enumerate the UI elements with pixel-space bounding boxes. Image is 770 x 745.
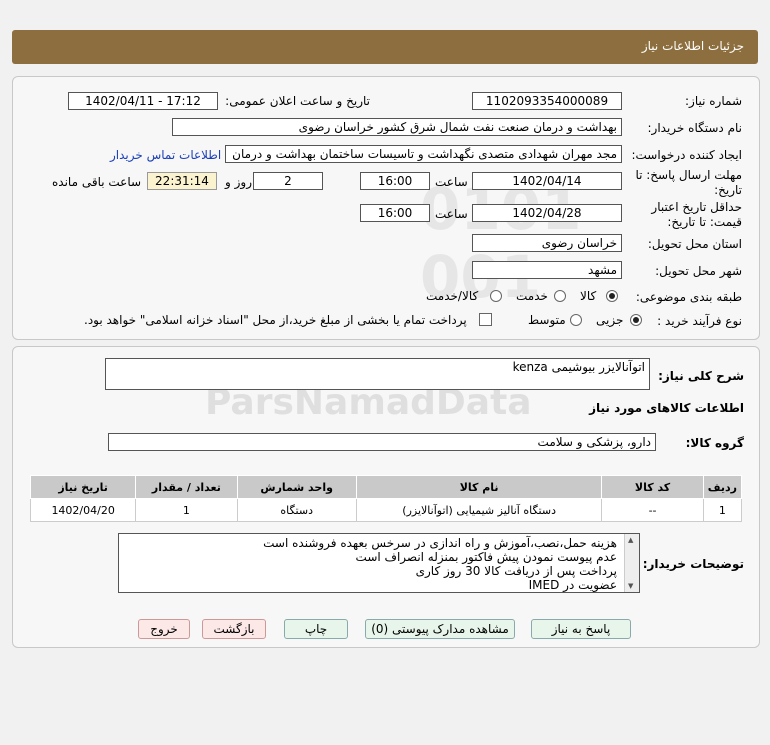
- deadline-time-field: 16:00: [360, 172, 430, 190]
- col-quantity: تعداد / مقدار: [135, 475, 238, 499]
- validity-time-field: 16:00: [360, 204, 430, 222]
- reply-button[interactable]: پاسخ به نیاز: [531, 619, 631, 639]
- view-attachments-button[interactable]: مشاهده مدارک پیوستی (0): [365, 619, 515, 639]
- table-row: 1 -- دستگاه آنالیز شیمیایی (اتوآنالایزر)…: [29, 498, 743, 522]
- col-unit: واحد شمارش: [236, 475, 357, 499]
- city-field: مشهد: [472, 261, 622, 279]
- process-radio-minor[interactable]: [630, 314, 642, 326]
- description-field: اتوآنالایزر بیوشیمی kenza: [105, 358, 650, 390]
- category-radio-goods-service[interactable]: [490, 290, 502, 302]
- deadline-label-line2: تاریخ:: [714, 183, 742, 197]
- print-button[interactable]: چاپ: [284, 619, 348, 639]
- category-radio-service[interactable]: [554, 290, 566, 302]
- cell-row: 1: [702, 498, 743, 522]
- note-line: عدم پیوست نمودن پیش فاکتور بمنزله انصراف…: [355, 550, 617, 564]
- process-radio-medium[interactable]: [570, 314, 582, 326]
- page-title: جزئیات اطلاعات نیاز: [641, 39, 744, 53]
- process-label: نوع فرآیند خرید :: [657, 314, 742, 328]
- announce-field: 1402/04/11 - 17:12: [68, 92, 218, 110]
- buyer-field: بهداشت و درمان صنعت نفت شمال شرق کشور خر…: [172, 118, 622, 136]
- remaining-time-label: ساعت باقی مانده: [52, 175, 142, 189]
- notes-scrollbar[interactable]: ▲ ▼: [624, 534, 639, 592]
- validity-label-line2: قیمت: تا تاریخ:: [667, 215, 742, 229]
- cell-code: --: [601, 498, 704, 522]
- buyer-contact-link[interactable]: اطلاعات تماس خریدار: [110, 148, 221, 162]
- note-line: پرداخت پس از دریافت کالا 30 روز کاری: [415, 564, 617, 578]
- province-label: استان محل تحویل:: [647, 237, 742, 251]
- treasury-payment-note: پرداخت تمام یا بخشی از مبلغ خرید،از محل …: [84, 313, 467, 327]
- announce-label: تاریخ و ساعت اعلان عمومی:: [225, 94, 370, 108]
- buyer-notes-box[interactable]: ▲ ▼ هزینه حمل،نصب،آموزش و راه اندازی در …: [118, 533, 640, 593]
- cell-unit: دستگاه: [236, 498, 357, 522]
- buyer-notes-label: توضیحات خریدار:: [642, 557, 744, 571]
- validity-label-line1: حداقل تاریخ اعتبار: [651, 200, 742, 214]
- province-field: خراسان رضوی: [472, 234, 622, 252]
- deadline-time-label: ساعت: [435, 175, 468, 189]
- creator-label: ایجاد کننده درخواست:: [631, 148, 742, 162]
- category-option-goods: کالا: [580, 289, 597, 303]
- process-option-medium: متوسط: [528, 313, 566, 327]
- city-label: شهر محل تحویل:: [655, 264, 742, 278]
- cell-quantity: 1: [135, 498, 238, 522]
- days-remaining-field: 2: [253, 172, 323, 190]
- goods-table: ردیف کد کالا نام کالا واحد شمارش تعداد /…: [29, 475, 743, 522]
- category-option-goods-service: کالا/خدمت: [426, 289, 479, 303]
- goods-group-label: گروه کالا:: [685, 436, 744, 450]
- exit-button[interactable]: خروج: [138, 619, 190, 639]
- col-name: نام کالا: [355, 475, 603, 499]
- buyer-label: نام دستگاه خریدار:: [647, 121, 743, 135]
- col-date: تاریخ نیاز: [29, 475, 137, 499]
- back-button[interactable]: بازگشت: [202, 619, 266, 639]
- col-code: کد کالا: [601, 475, 704, 499]
- cell-date: 1402/04/20: [29, 498, 137, 522]
- note-line: هزینه حمل،نصب،آموزش و راه اندازی در سرخس…: [263, 536, 617, 550]
- treasury-payment-checkbox[interactable]: [479, 313, 492, 326]
- need-number-label: شماره نیاز:: [685, 94, 742, 108]
- page-header: جزئیات اطلاعات نیاز: [12, 30, 758, 64]
- deadline-date-field: 1402/04/14: [472, 172, 622, 190]
- category-option-service: خدمت: [516, 289, 548, 303]
- scroll-up-icon[interactable]: ▲: [628, 536, 633, 544]
- need-number-field: 1102093354000089: [472, 92, 622, 110]
- note-line: عضویت در IMED: [528, 578, 617, 592]
- goods-table-header: ردیف کد کالا نام کالا واحد شمارش تعداد /…: [29, 475, 743, 499]
- process-option-minor: جزیی: [596, 313, 624, 327]
- days-label: روز و: [225, 175, 252, 189]
- validity-time-label: ساعت: [435, 207, 468, 221]
- validity-date-field: 1402/04/28: [472, 204, 622, 222]
- goods-group-field: دارو، پزشکی و سلامت: [108, 433, 656, 451]
- deadline-label-line1: مهلت ارسال پاسخ: تا: [635, 168, 742, 182]
- col-row: ردیف: [702, 475, 743, 499]
- category-radio-goods[interactable]: [606, 290, 618, 302]
- category-label: طبقه بندی موضوعی:: [635, 290, 742, 304]
- creator-field: مجد مهران شهدادی متصدی نگهداشت و تاسیسات…: [225, 145, 622, 163]
- scroll-down-icon[interactable]: ▼: [628, 582, 633, 590]
- cell-name: دستگاه آنالیز شیمیایی (اتوآنالایزر): [355, 498, 603, 522]
- remaining-time-field: 22:31:14: [147, 172, 217, 190]
- description-label: شرح کلی نیاز:: [658, 369, 744, 383]
- goods-info-title: اطلاعات کالاهای مورد نیاز: [589, 401, 744, 415]
- notes-text: هزینه حمل،نصب،آموزش و راه اندازی در سرخس…: [263, 536, 617, 592]
